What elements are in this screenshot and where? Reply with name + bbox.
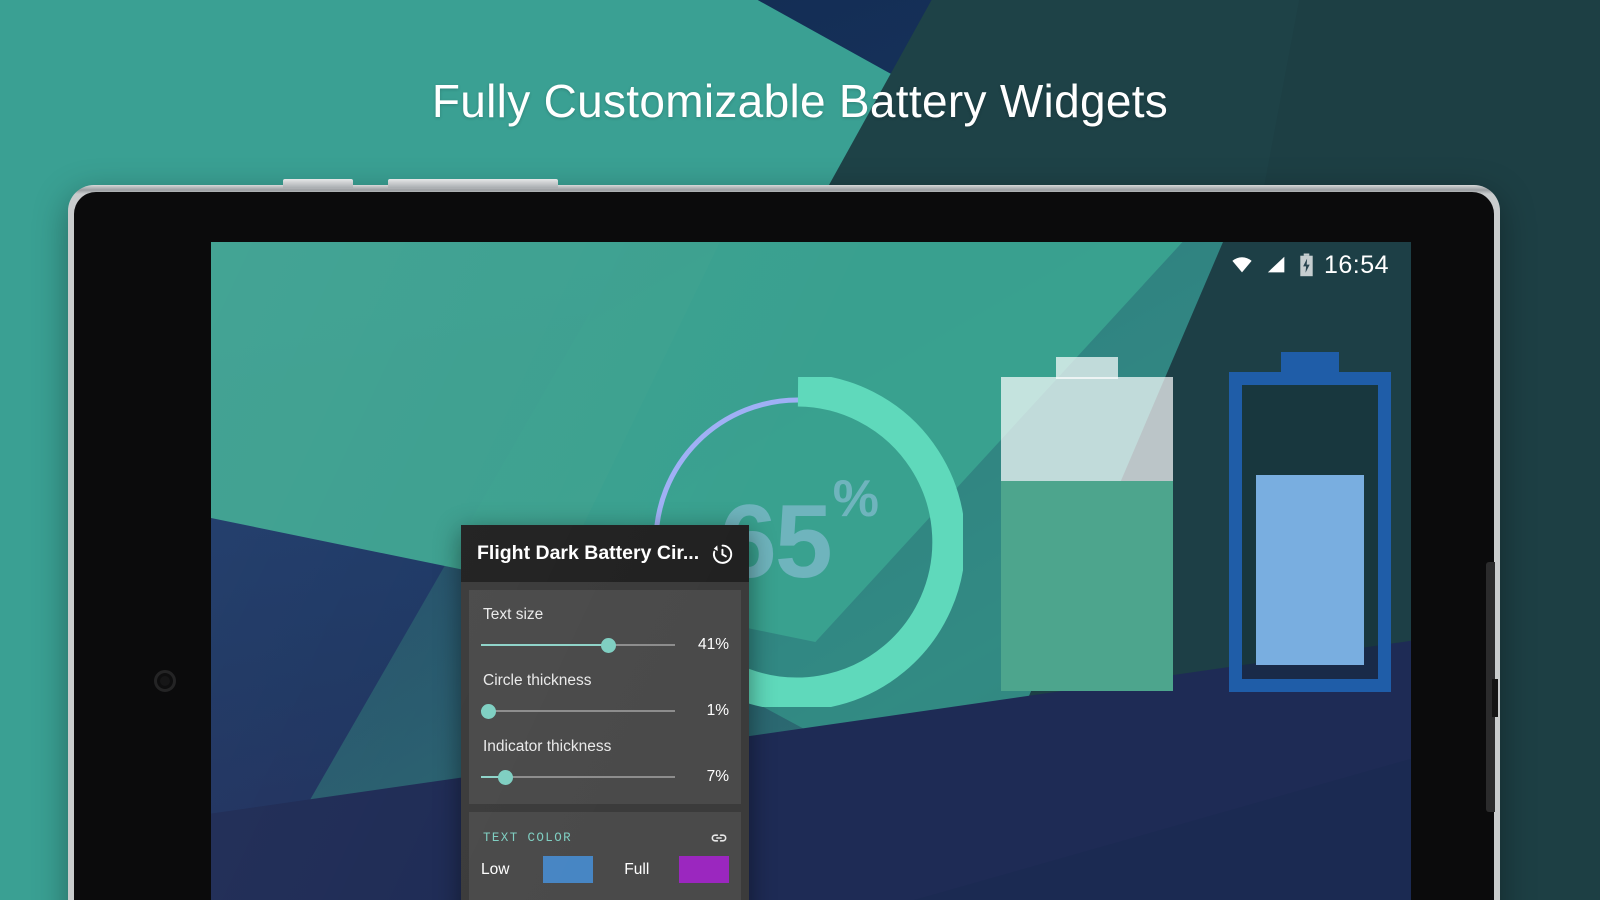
outline-battery-fill xyxy=(1256,475,1364,665)
android-status-bar: 16:54 xyxy=(211,242,1411,288)
color-low-label-text: Low xyxy=(481,860,510,878)
color-full-label-text: Full xyxy=(624,860,650,878)
promo-title: Fully Customizable Battery Widgets xyxy=(431,75,1169,127)
slider-thumb[interactable] xyxy=(601,638,617,653)
tablet-device: 16:54 65% Flight Dark Battery Cir... Tex… xyxy=(68,179,1500,900)
color-swatch-text-low[interactable] xyxy=(543,856,594,883)
circle-percent-sign: % xyxy=(832,470,879,528)
tablet-side-button-notch xyxy=(1492,679,1498,717)
color-row-text: Low Full xyxy=(481,856,729,883)
slider-indicator-thickness[interactable]: 7% xyxy=(481,768,729,786)
color-group-title-text: TEXT COLOR xyxy=(483,831,573,845)
sliders-card: Text size 41% Circle thickness 1% Indica… xyxy=(469,590,741,804)
battery-charging-icon xyxy=(1300,253,1313,277)
slider-track-fill xyxy=(481,644,609,646)
outline-battery-cap xyxy=(1281,352,1339,374)
simple-battery-cap xyxy=(1056,357,1118,379)
tablet-bezel: 16:54 65% Flight Dark Battery Cir... Tex… xyxy=(74,192,1498,900)
slider-track-bg xyxy=(481,710,675,712)
front-camera-icon xyxy=(154,670,176,692)
slider-text-size[interactable]: 41% xyxy=(481,636,729,654)
simple-battery-body xyxy=(1001,377,1173,691)
settings-panel-header: Flight Dark Battery Cir... xyxy=(461,525,749,582)
simple-battery-widget[interactable] xyxy=(1001,357,1173,691)
color-swatch-text-full[interactable] xyxy=(679,856,729,883)
slider-row: Text size 41% xyxy=(481,606,729,654)
slider-row: Circle thickness 1% xyxy=(480,672,729,720)
slider-value-text-size: 41% xyxy=(697,636,729,653)
color-group-header-text: TEXT COLOR xyxy=(483,828,729,848)
tablet-top-button-1[interactable] xyxy=(283,179,353,188)
slider-track[interactable] xyxy=(481,636,675,654)
wifi-icon xyxy=(1232,257,1252,273)
widget-settings-panel: Flight Dark Battery Cir... Text size 41%… xyxy=(461,525,749,900)
cell-signal-icon xyxy=(1267,256,1285,273)
outline-battery-body xyxy=(1229,372,1391,692)
colors-card: TEXT COLOR Low Full xyxy=(469,812,741,900)
slider-value-indicator-thickness: 7% xyxy=(706,768,729,785)
status-bar-clock: 16:54 xyxy=(1323,250,1389,279)
history-icon[interactable] xyxy=(709,541,735,567)
slider-circle-thickness[interactable]: 1% xyxy=(480,702,729,720)
tablet-top-button-2[interactable] xyxy=(388,179,558,188)
slider-label-indicator-thickness: Indicator thickness xyxy=(483,738,612,755)
slider-row: Indicator thickness 7% xyxy=(481,738,729,786)
slider-thumb[interactable] xyxy=(498,770,514,785)
simple-battery-fill xyxy=(1001,481,1173,691)
slider-label-text-size: Text size xyxy=(483,606,544,623)
tablet-screen: 16:54 65% Flight Dark Battery Cir... Tex… xyxy=(211,242,1411,900)
promo-background: Fully Customizable Battery Widgets 16:54… xyxy=(0,0,1600,900)
slider-value-circle-thickness: 1% xyxy=(706,702,729,719)
outline-battery-widget[interactable] xyxy=(1229,352,1391,692)
slider-label-circle-thickness: Circle thickness xyxy=(483,672,592,689)
slider-thumb[interactable] xyxy=(480,704,496,719)
slider-track[interactable] xyxy=(480,702,675,720)
settings-panel-title: Flight Dark Battery Cir... xyxy=(477,542,700,564)
link-icon[interactable] xyxy=(709,828,729,848)
slider-track[interactable] xyxy=(481,768,675,786)
